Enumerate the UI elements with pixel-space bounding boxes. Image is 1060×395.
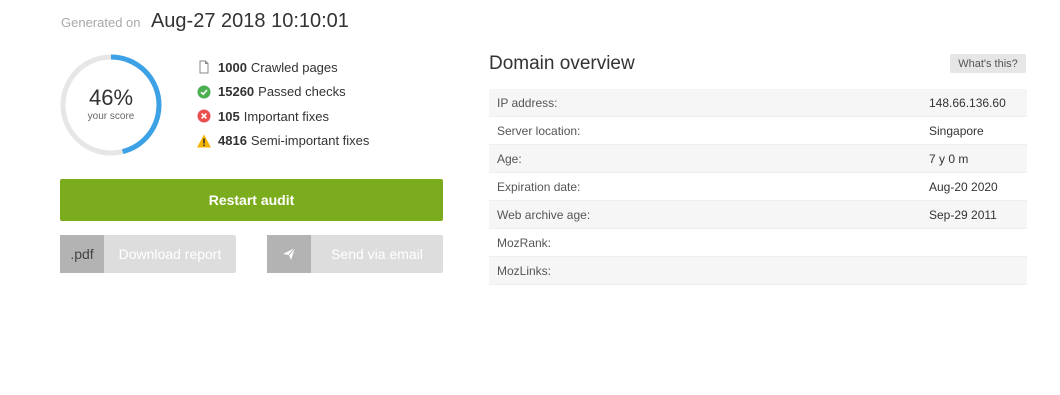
- stat-count: 1000: [218, 59, 247, 75]
- stat-semi-important-fixes: 4816 Semi-important fixes: [196, 129, 369, 154]
- stat-count: 15260: [218, 84, 255, 100]
- stat-passed-checks: 15260 Passed checks: [196, 80, 369, 105]
- pdf-tag: .pdf: [60, 235, 104, 273]
- domain-overview-title: Domain overview: [489, 53, 635, 74]
- row-key: Age:: [497, 151, 522, 166]
- row-key: MozLinks:: [497, 263, 552, 278]
- stat-count: 105: [218, 108, 240, 124]
- row-value: Singapore: [929, 123, 984, 138]
- table-row: Expiration date: Aug-20 2020: [489, 173, 1027, 201]
- warning-icon: [197, 134, 211, 148]
- score-gauge: 46% your score: [58, 52, 164, 158]
- stat-important-fixes: 105 Important fixes: [196, 104, 369, 129]
- table-row: MozRank:: [489, 229, 1027, 257]
- row-key: Web archive age:: [497, 207, 591, 222]
- page-icon: [199, 60, 209, 74]
- stat-crawled-pages: 1000 Crawled pages: [196, 55, 369, 80]
- stat-label: Semi-important fixes: [250, 133, 370, 149]
- table-row: IP address: 148.66.136.60: [489, 89, 1027, 117]
- row-key: Server location:: [497, 123, 581, 138]
- stat-label: Passed checks: [258, 84, 346, 100]
- table-row: Age: 7 y 0 m: [489, 145, 1027, 173]
- whats-this-button[interactable]: What's this?: [950, 54, 1026, 73]
- send-via-email-button[interactable]: Send via email: [267, 235, 443, 273]
- row-key: Expiration date:: [497, 179, 581, 194]
- download-report-button[interactable]: .pdf Download report: [60, 235, 236, 273]
- restart-audit-button[interactable]: Restart audit: [60, 179, 443, 221]
- table-row: Web archive age: Sep-29 2011: [489, 201, 1027, 229]
- audit-stats: 1000 Crawled pages 15260 Passed checks 1…: [196, 55, 369, 153]
- row-value: Sep-29 2011: [929, 207, 997, 222]
- check-circle-icon: [197, 85, 211, 99]
- stat-count: 4816: [218, 133, 247, 149]
- generated-date: Aug-27 2018 10:10:01: [150, 10, 349, 32]
- domain-overview-table: IP address: 148.66.136.60 Server locatio…: [489, 89, 1027, 285]
- table-row: Server location: Singapore: [489, 117, 1027, 145]
- paper-plane-icon: [283, 247, 296, 260]
- send-icon-box: [267, 235, 311, 273]
- table-row: MozLinks:: [489, 257, 1027, 285]
- generated-label: Generated on: [61, 15, 141, 30]
- stat-label: Important fixes: [243, 108, 329, 124]
- row-value: Aug-20 2020: [929, 179, 998, 194]
- score-subtitle: your score: [87, 111, 135, 122]
- stat-label: Crawled pages: [250, 59, 338, 75]
- row-value: 7 y 0 m: [929, 151, 969, 166]
- score-percent: 46%: [88, 85, 134, 110]
- generated-info: Generated on Aug-27 2018 10:10:01: [61, 10, 349, 33]
- download-report-label: Download report: [118, 246, 222, 262]
- row-key: MozRank:: [497, 235, 552, 250]
- row-value: 148.66.136.60: [929, 95, 1006, 110]
- x-circle-icon: [197, 109, 211, 123]
- row-key: IP address:: [497, 95, 558, 110]
- send-via-email-label: Send via email: [331, 246, 423, 262]
